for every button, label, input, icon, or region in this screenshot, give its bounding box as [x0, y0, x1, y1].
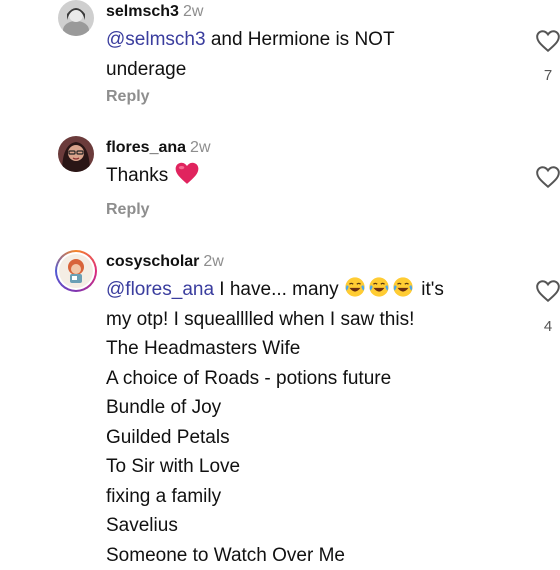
fic-title: The Headmasters Wife	[106, 334, 506, 364]
mention-link[interactable]: @selmsch3	[106, 29, 206, 50]
comment-text-part: my otp! I squealllled when I saw this!	[106, 305, 506, 335]
comment-header: cosyscholar2w	[106, 252, 224, 272]
comment-text-part: Thanks	[106, 165, 168, 186]
timestamp: 2w	[183, 3, 203, 20]
red-heart-emoji-icon	[174, 161, 200, 185]
timestamp: 2w	[203, 253, 223, 270]
timestamp: 2w	[190, 139, 210, 156]
heart-icon[interactable]	[535, 279, 560, 303]
avatar[interactable]	[59, 254, 93, 288]
comment-text: Thanks	[106, 161, 506, 191]
like-count: 7	[540, 67, 556, 84]
reply-button[interactable]: Reply	[106, 88, 150, 106]
fic-title: fixing a family	[106, 482, 506, 512]
face-with-tears-of-joy-icon	[368, 276, 390, 298]
comment-text-part: I have... many	[214, 279, 344, 300]
fic-title: Guilded Petals	[106, 423, 506, 453]
comment-header: selmsch32w	[106, 2, 203, 22]
comment-text-part: underage	[106, 55, 506, 85]
username[interactable]: flores_ana	[106, 139, 186, 156]
heart-icon[interactable]	[535, 165, 560, 189]
like-count: 4	[540, 318, 556, 335]
fic-title: Bundle of Joy	[106, 393, 506, 423]
fic-title: A choice of Roads - potions future	[106, 364, 506, 394]
fic-title: Savelius	[106, 511, 506, 541]
comment-text: @flores_ana I have... many it's my otp! …	[106, 275, 506, 570]
fic-title: Someone to Watch Over Me	[106, 541, 506, 570]
face-with-tears-of-joy-icon	[392, 276, 414, 298]
mention-link[interactable]: @flores_ana	[106, 279, 214, 300]
comment-text-part: and Hermione is NOT	[206, 29, 395, 50]
heart-icon[interactable]	[535, 29, 560, 53]
username[interactable]: cosyscholar	[106, 253, 199, 270]
face-with-tears-of-joy-icon	[344, 276, 366, 298]
avatar[interactable]	[58, 0, 94, 36]
comment-text-part: it's	[416, 279, 444, 300]
reply-button[interactable]: Reply	[106, 201, 150, 219]
avatar-story-ring[interactable]	[55, 250, 97, 292]
comment-text: @selmsch3 and Hermione is NOT underage	[106, 25, 506, 84]
username[interactable]: selmsch3	[106, 3, 179, 20]
avatar[interactable]	[58, 136, 94, 172]
comment-header: flores_ana2w	[106, 138, 211, 158]
fic-title: To Sir with Love	[106, 452, 506, 482]
